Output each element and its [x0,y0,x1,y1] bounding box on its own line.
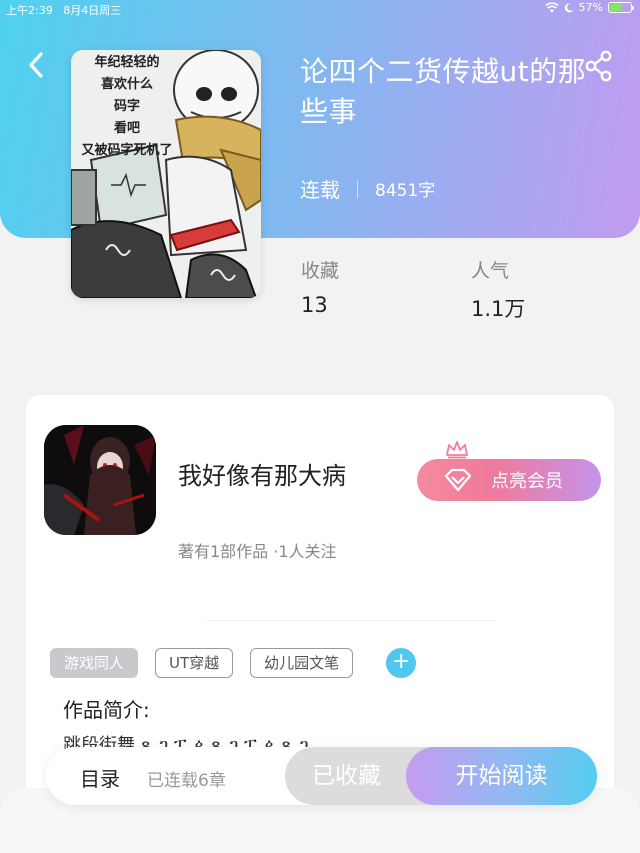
meta-divider [357,179,358,198]
serial-status: 连载 [300,178,340,202]
author-stats: 著有1部作品 ·1人关注 [178,542,337,561]
book-meta: 连载 8451字 [300,174,435,203]
favorites-label: 收藏 [301,260,340,282]
book-cover[interactable]: 年纪轻轻的 喜欢什么 码字 看吧 又被码字死机了 [71,50,261,298]
status-bar: 上午2:39 8月4日周三 57% [0,0,640,18]
author-avatar[interactable] [44,425,156,535]
status-right: 57% [544,1,634,14]
intro-title: 作品简介: [63,698,150,722]
cover-caption-line: 喜欢什么 [100,77,153,92]
tag-game-fanfic[interactable]: 游戏同人 [50,648,139,678]
tag-ut-transmigration[interactable]: UT穿越 [155,648,234,678]
avatar-illustration [44,425,156,535]
status-date: 8月4日周三 [63,4,122,17]
cover-caption-line: 又被码字死机了 [81,143,173,158]
tag-kindergarten-writing[interactable]: 幼儿园文笔 [250,648,354,678]
cover-caption-line: 看吧 [113,121,140,136]
battery-percent: 57% [578,1,603,14]
crown-icon [446,441,468,459]
bottom-action-bar: 目录 已连载6章 已收藏 开始阅读 [46,747,597,805]
author-name[interactable]: 我好像有那大病 [178,456,346,491]
cover-caption-line: 码字 [113,99,140,114]
word-count: 8451字 [375,181,436,201]
divider [206,620,496,621]
popularity-stat: 人气 1.1万 [471,256,525,323]
book-title: 论四个二货传越ut的那些事 [300,55,587,128]
back-button[interactable] [24,50,50,80]
chapter-count: 已连载6章 [147,771,226,791]
wifi-icon [544,2,559,13]
tag-list: 游戏同人 UT穿越 幼儿园文笔 + [50,648,417,678]
popularity-value: 1.1万 [471,297,526,321]
toc-button[interactable]: 目录 [80,763,120,792]
start-reading-button[interactable]: 开始阅读 [406,747,597,805]
status-time-date: 上午2:39 8月4日周三 [6,2,121,18]
vip-button[interactable]: 点亮会员 [417,459,601,501]
moon-icon [564,2,574,12]
add-tag-button[interactable]: + [386,648,417,678]
favorites-value: 13 [301,293,328,317]
popularity-label: 人气 [471,260,510,282]
plus-icon: + [391,649,411,674]
status-time: 上午2:39 [6,4,53,17]
favorites-stat: 收藏 13 [301,256,339,317]
cover-caption-line: 年纪轻轻的 [94,55,160,70]
battery-level [610,4,622,11]
cover-caption: 年纪轻轻的 喜欢什么 码字 看吧 又被码字死机了 [71,50,183,162]
battery-icon [608,2,634,13]
vip-button-label: 点亮会员 [491,471,563,492]
diamond-icon [444,468,472,492]
chevron-left-icon [29,52,43,78]
